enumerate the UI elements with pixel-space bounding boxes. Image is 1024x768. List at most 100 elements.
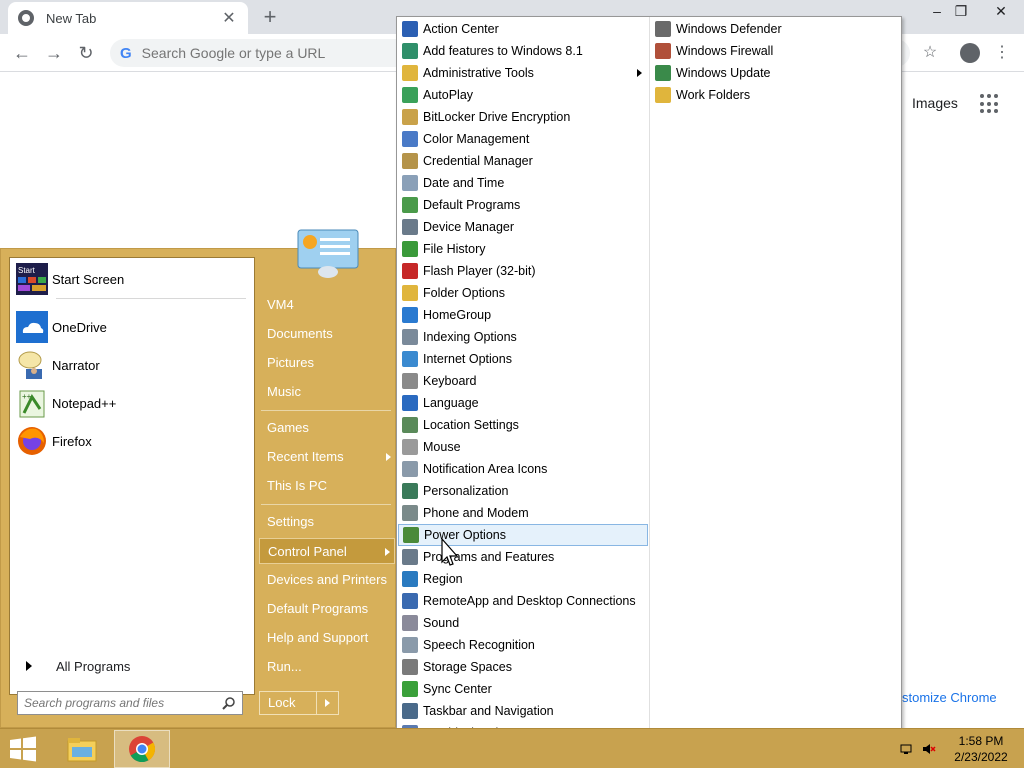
start-place-devices-and-printers[interactable]: Devices and Printers <box>259 567 395 593</box>
cp-item-flash-player-32-bit[interactable]: Flash Player (32-bit) <box>398 260 648 282</box>
start-divider <box>56 298 246 299</box>
cp-item-label: Language <box>423 396 479 410</box>
start-search-input[interactable] <box>18 692 208 714</box>
start-place-this-is-pc[interactable]: This Is PC <box>259 473 395 499</box>
cp-item-folder-options[interactable]: Folder Options <box>398 282 648 304</box>
back-icon[interactable]: ← <box>10 41 34 65</box>
cp-item-label: Windows Defender <box>676 22 782 36</box>
location-settings-icon <box>402 417 418 433</box>
start-place-games[interactable]: Games <box>259 415 395 441</box>
forward-icon[interactable]: → <box>42 41 66 65</box>
file-history-icon <box>402 241 418 257</box>
cp-item-windows-update[interactable]: Windows Update <box>651 62 899 84</box>
cp-item-administrative-tools[interactable]: Administrative Tools <box>398 62 648 84</box>
start-place-recent-items[interactable]: Recent Items <box>259 444 395 470</box>
cp-item-phone-and-modem[interactable]: Phone and Modem <box>398 502 648 524</box>
cp-item-autoplay[interactable]: AutoPlay <box>398 84 648 106</box>
tab-title: New Tab <box>46 10 97 26</box>
notification-area-icons-icon <box>402 461 418 477</box>
start-place-settings[interactable]: Settings <box>259 509 395 535</box>
start-place-documents[interactable]: Documents <box>259 321 395 347</box>
tray-clock[interactable]: 1:58 PM 2/23/2022 <box>946 733 1016 765</box>
cp-item-personalization[interactable]: Personalization <box>398 480 648 502</box>
start-place-default-programs[interactable]: Default Programs <box>259 596 395 622</box>
cp-item-label: Region <box>423 572 463 586</box>
start-search-box[interactable] <box>17 691 243 715</box>
lock-button[interactable]: Lock <box>259 691 339 715</box>
cp-item-homegroup[interactable]: HomeGroup <box>398 304 648 326</box>
cp-item-speech-recognition[interactable]: Speech Recognition <box>398 634 648 656</box>
cp-item-default-programs[interactable]: Default Programs <box>398 194 648 216</box>
cp-item-taskbar-and-navigation[interactable]: Taskbar and Navigation <box>398 700 648 722</box>
cp-item-add-features-to-windows-8-1[interactable]: Add features to Windows 8.1 <box>398 40 648 62</box>
taskbar-chrome[interactable] <box>114 730 170 768</box>
cp-item-notification-area-icons[interactable]: Notification Area Icons <box>398 458 648 480</box>
taskbar-and-navigation-icon <box>402 703 418 719</box>
tab-close-icon[interactable]: ✕ <box>220 8 238 28</box>
cp-item-keyboard[interactable]: Keyboard <box>398 370 648 392</box>
start-place-control-panel[interactable]: Control Panel <box>259 538 395 564</box>
cp-item-indexing-options[interactable]: Indexing Options <box>398 326 648 348</box>
control-panel-submenu: Action Center Add features to Windows 8.1… <box>396 16 902 768</box>
start-item-start-screen[interactable]: Start Start Screen <box>14 262 250 296</box>
start-item-firefox[interactable]: Firefox <box>14 424 250 458</box>
start-item-narrator[interactable]: Narrator <box>14 348 250 382</box>
cp-item-label: Folder Options <box>423 286 505 300</box>
cp-item-region[interactable]: Region <box>398 568 648 590</box>
search-icon[interactable] <box>222 696 236 710</box>
cp-item-power-options[interactable]: Power Options <box>398 524 648 546</box>
close-button[interactable]: ✕ <box>984 0 1018 22</box>
all-programs-button[interactable]: All Programs <box>14 654 250 678</box>
cp-item-label: Add features to Windows 8.1 <box>423 44 583 58</box>
reload-icon[interactable]: ↻ <box>74 41 98 65</box>
star-icon[interactable]: ☆ <box>920 43 940 63</box>
clock-date: 2/23/2022 <box>954 750 1008 764</box>
start-place-music[interactable]: Music <box>259 379 395 405</box>
cp-item-label: Credential Manager <box>423 154 533 168</box>
cp-item-mouse[interactable]: Mouse <box>398 436 648 458</box>
cp-item-windows-firewall[interactable]: Windows Firewall <box>651 40 899 62</box>
action-center-icon <box>402 21 418 37</box>
cp-item-color-management[interactable]: Color Management <box>398 128 648 150</box>
indexing-options-icon <box>402 329 418 345</box>
arrow-right-icon <box>637 69 642 77</box>
mouse-icon <box>402 439 418 455</box>
volume-muted-icon[interactable] <box>922 742 936 756</box>
taskbar-file-explorer[interactable] <box>54 730 110 768</box>
cp-item-work-folders[interactable]: Work Folders <box>651 84 899 106</box>
cp-item-date-and-time[interactable]: Date and Time <box>398 172 648 194</box>
lock-options-button[interactable] <box>316 692 338 714</box>
start-place-pictures[interactable]: Pictures <box>259 350 395 376</box>
restore-button[interactable]: ❐ <box>944 0 978 22</box>
cp-item-bitlocker-drive-encryption[interactable]: BitLocker Drive Encryption <box>398 106 648 128</box>
cp-item-location-settings[interactable]: Location Settings <box>398 414 648 436</box>
cp-item-windows-defender[interactable]: Windows Defender <box>651 18 899 40</box>
cp-item-programs-and-features[interactable]: Programs and Features <box>398 546 648 568</box>
cp-item-storage-spaces[interactable]: Storage Spaces <box>398 656 648 678</box>
start-place-help-and-support[interactable]: Help and Support <box>259 625 395 651</box>
new-tab-button[interactable]: + <box>258 6 282 30</box>
cp-item-file-history[interactable]: File History <box>398 238 648 260</box>
cp-item-credential-manager[interactable]: Credential Manager <box>398 150 648 172</box>
cp-item-action-center[interactable]: Action Center <box>398 18 648 40</box>
apps-grid-icon[interactable] <box>980 94 1000 114</box>
cp-item-sound[interactable]: Sound <box>398 612 648 634</box>
start-item-notepad-plus-plus[interactable]: ++ Notepad++ <box>14 386 250 420</box>
cp-item-sync-center[interactable]: Sync Center <box>398 678 648 700</box>
start-item-onedrive[interactable]: OneDrive <box>14 310 250 344</box>
network-icon[interactable] <box>900 742 914 756</box>
customize-chrome-button[interactable]: stomize Chrome <box>890 686 1010 710</box>
cp-item-language[interactable]: Language <box>398 392 648 414</box>
cp-item-internet-options[interactable]: Internet Options <box>398 348 648 370</box>
menu-icon[interactable]: ⋮ <box>992 43 1012 63</box>
tab-new-tab[interactable]: New Tab ✕ <box>8 2 248 34</box>
profile-avatar[interactable] <box>960 43 980 63</box>
cp-item-remoteapp-and-desktop-connections[interactable]: RemoteApp and Desktop Connections <box>398 590 648 612</box>
start-place-run[interactable]: Run... <box>259 654 395 680</box>
windows-start-button[interactable] <box>8 735 38 763</box>
start-place-vm4[interactable]: VM4 <box>259 292 395 318</box>
cp-item-label: Action Center <box>423 22 499 36</box>
images-link[interactable]: Images <box>912 95 958 111</box>
cp-item-device-manager[interactable]: Device Manager <box>398 216 648 238</box>
google-g-icon: G <box>120 44 132 62</box>
